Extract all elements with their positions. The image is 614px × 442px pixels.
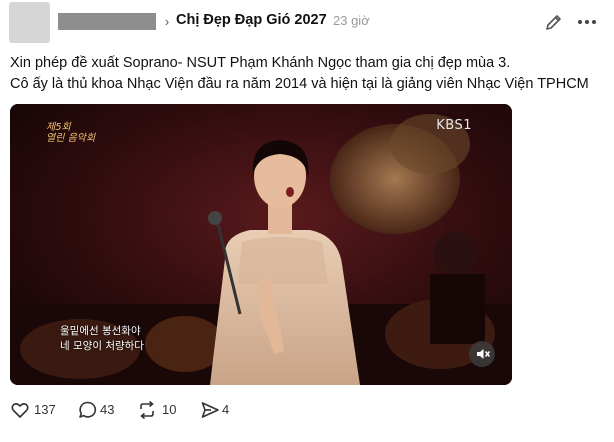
- username-redacted[interactable]: [58, 13, 156, 30]
- more-options-button[interactable]: [576, 12, 598, 32]
- comment-button[interactable]: 43: [78, 400, 123, 420]
- pencil-icon: [546, 15, 561, 30]
- chevron-right-icon: ›: [164, 14, 170, 29]
- share-count: 4: [222, 402, 230, 417]
- speech-bubble-icon: [79, 401, 97, 418]
- post-card: › Chị Đẹp Đạp Gió 2027 23 giờ Xin phép đ…: [0, 0, 614, 442]
- repost-arrows-icon: [140, 400, 154, 420]
- comment-count: 43: [100, 402, 115, 417]
- show-logo: 제5회 열린 음악회: [46, 122, 95, 144]
- community-name[interactable]: Chị Đẹp Đạp Gió 2027: [176, 12, 327, 28]
- paper-plane-icon: [201, 402, 219, 418]
- like-count: 137: [34, 402, 56, 417]
- mute-toggle-button[interactable]: [469, 341, 495, 367]
- show-logo-line-1: 제5회: [46, 122, 71, 133]
- channel-logo: KBS1: [436, 118, 472, 133]
- heart-icon: [11, 403, 29, 418]
- repost-count: 10: [162, 402, 177, 417]
- video-subtitle: 울밑에선 봉선화야 네 모양이 처량하다: [60, 324, 144, 354]
- post-text-line-1: Xin phép đề xuất Soprano- NSUT Phạm Khán…: [10, 55, 511, 71]
- speaker-muted-icon: [477, 349, 491, 359]
- subtitle-line-1: 울밑에선 봉선화야: [60, 325, 141, 337]
- post-body: Xin phép đề xuất Soprano- NSUT Phạm Khán…: [10, 53, 610, 95]
- subtitle-line-2: 네 모양이 처량하다: [60, 340, 144, 352]
- avatar[interactable]: [9, 2, 50, 43]
- video-player[interactable]: 제5회 열린 음악회 KBS1 울밑에선 봉선화야 네 모양이 처량하다: [10, 104, 512, 385]
- more-horizontal-icon: [578, 20, 596, 24]
- show-logo-line-2: 열린 음악회: [46, 133, 96, 144]
- post-timestamp: 23 giờ: [333, 13, 370, 28]
- like-button[interactable]: 137: [10, 400, 60, 420]
- repost-button[interactable]: 10: [137, 400, 182, 420]
- edit-button[interactable]: [544, 12, 564, 32]
- post-text-line-2: Cô ấy là thủ khoa Nhạc Viện đầu ra năm 2…: [10, 76, 589, 92]
- share-button[interactable]: 4: [200, 400, 240, 420]
